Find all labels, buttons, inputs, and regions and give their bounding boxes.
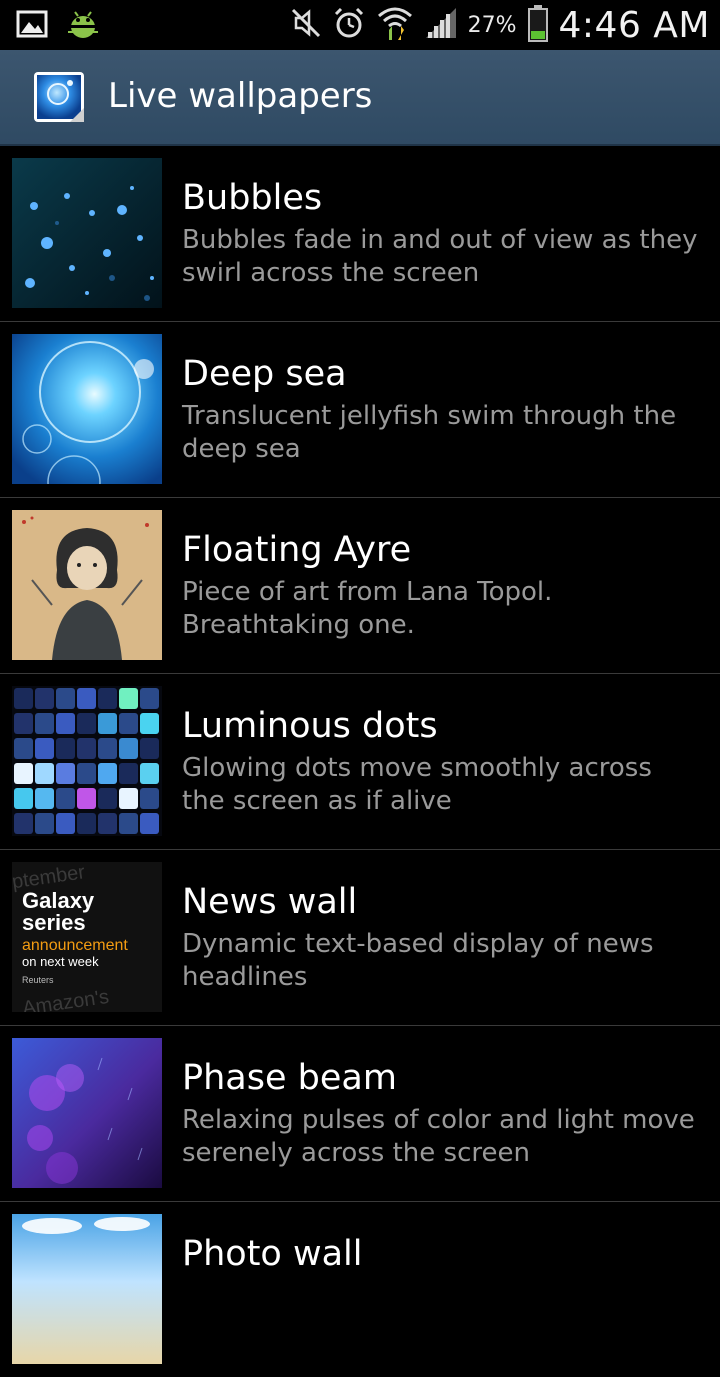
wallpaper-title: Bubbles [182,178,323,218]
luminous-dots-thumbnail [12,686,162,836]
list-item-phase-beam[interactable]: Phase beam Relaxing pulses of color and … [0,1026,720,1202]
news-thumb-line3: announcement [22,937,128,954]
dot-tile [119,788,138,809]
battery-percent: 27% [467,12,517,38]
wallpaper-description: Piece of art from Lana Topol. Breathtaki… [182,577,553,640]
dot-tile [119,713,138,734]
dot-tile [56,813,75,834]
dot-tile [35,788,54,809]
dot-tile [56,763,75,784]
deep-sea-thumbnail [12,334,162,484]
dot-tile [77,738,96,759]
dot-tile [14,763,33,784]
news-thumb-source: Reuters [22,975,54,985]
dot-tile [77,688,96,709]
phase-beam-thumbnail [12,1038,162,1188]
dot-tile [98,713,117,734]
dot-tile [56,713,75,734]
gallery-icon [16,8,48,46]
dot-tile [98,763,117,784]
bubbles-thumbnail [12,158,162,308]
dot-tile [77,813,96,834]
dot-tile [56,688,75,709]
wallpaper-description: Dynamic text-based display of news headl… [182,929,654,992]
photo-wall-thumbnail [12,1214,162,1364]
list-item-news-wall[interactable]: ptember Galaxy series announcement on ne… [0,850,720,1026]
live-wallpaper-app-icon[interactable] [30,68,88,126]
dot-tile [119,688,138,709]
wallpaper-title: Photo wall [182,1234,363,1274]
dot-tile [35,713,54,734]
wallpaper-title: Phase beam [182,1058,397,1098]
dot-tile [140,688,159,709]
dot-tile [35,738,54,759]
list-item-deep-sea[interactable]: Deep sea Translucent jellyfish swim thro… [0,322,720,498]
news-thumb-line2: series [22,910,86,935]
dot-tile [14,738,33,759]
dot-tile [56,788,75,809]
dot-tile [35,813,54,834]
dot-tile [14,713,33,734]
dot-tile [119,738,138,759]
wifi-icon [376,4,414,46]
floating-ayre-thumbnail [12,510,162,660]
dot-tile [77,763,96,784]
wallpaper-description: Translucent jellyfish swim through the d… [182,401,677,464]
signal-icon [424,6,458,44]
dot-tile [56,738,75,759]
wallpaper-list: Bubbles Bubbles fade in and out of view … [0,146,720,1377]
dot-tile [14,813,33,834]
wallpaper-description: Glowing dots move smoothly across the sc… [182,753,652,816]
status-time: 4:46 AM [558,4,710,46]
list-item-floating-ayre[interactable]: Floating Ayre Piece of art from Lana Top… [0,498,720,674]
dot-tile [98,788,117,809]
wallpaper-description: Relaxing pulses of color and light move … [182,1105,695,1168]
wallpaper-title: News wall [182,882,358,922]
wallpaper-title: Floating Ayre [182,530,412,570]
dot-tile [77,713,96,734]
dot-tile [14,688,33,709]
wallpaper-description: Bubbles fade in and out of view as they … [182,225,698,288]
wallpaper-title: Luminous dots [182,706,438,746]
battery-icon [527,4,549,46]
dot-tile [35,688,54,709]
dot-tile [98,813,117,834]
dot-tile [140,813,159,834]
dot-tile [35,763,54,784]
android-debug-icon [66,8,100,46]
status-bar: 27% 4:46 AM [0,0,720,50]
dot-tile [98,738,117,759]
dot-tile [119,813,138,834]
dot-tile [140,763,159,784]
dot-tile [140,738,159,759]
dot-tile [119,763,138,784]
list-item-photo-wall[interactable]: Photo wall [0,1202,720,1377]
dot-tile [140,788,159,809]
news-thumb-line4: on next week [22,954,99,969]
dot-tile [77,788,96,809]
news-wall-thumbnail: ptember Galaxy series announcement on ne… [12,862,162,1012]
dot-tile [14,788,33,809]
dot-tile [140,713,159,734]
list-item-luminous-dots[interactable]: Luminous dots Glowing dots move smoothly… [0,674,720,850]
mute-icon [290,7,322,43]
dot-tile [98,688,117,709]
page-title: Live wallpapers [108,76,373,116]
alarm-icon [332,6,366,44]
wallpaper-title: Deep sea [182,354,347,394]
list-item-bubbles[interactable]: Bubbles Bubbles fade in and out of view … [0,146,720,322]
app-bar: Live wallpapers [0,50,720,146]
